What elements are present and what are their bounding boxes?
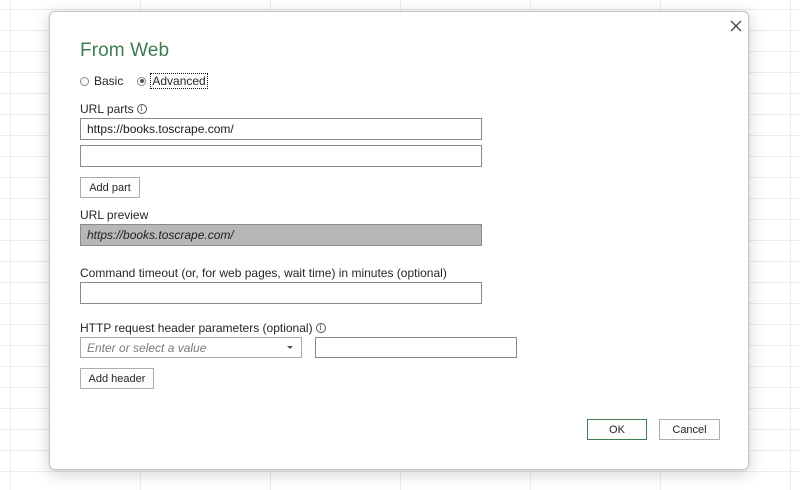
basic-radio-circle[interactable] (80, 76, 89, 86)
url-part-input-2[interactable] (80, 145, 482, 167)
chevron-down-icon[interactable] (287, 346, 293, 349)
header-value-input[interactable] (315, 337, 517, 358)
url-preview-label: URL preview (80, 208, 149, 222)
from-web-dialog: From Web Basic Advanced URL parts i http… (49, 11, 749, 470)
advanced-radio-circle[interactable] (137, 76, 147, 86)
http-headers-label: HTTP request header parameters (optional… (80, 321, 313, 335)
url-parts-label: URL parts (80, 102, 134, 116)
close-icon (730, 20, 742, 32)
info-icon[interactable]: i (315, 323, 326, 333)
header-name-placeholder: Enter or select a value (87, 340, 207, 355)
timeout-label: Command timeout (or, for web pages, wait… (80, 266, 447, 280)
mode-radio-group: Basic Advanced (80, 73, 221, 89)
header-name-combobox[interactable]: Enter or select a value (80, 337, 302, 358)
url-preview-field: https://books.toscrape.com/ (80, 224, 482, 246)
dialog-title: From Web (80, 40, 170, 61)
ok-button[interactable]: OK (587, 419, 647, 440)
close-button[interactable] (726, 16, 746, 36)
advanced-radio-label[interactable]: Advanced (150, 73, 208, 89)
cancel-button[interactable]: Cancel (659, 419, 720, 440)
advanced-radio[interactable]: Advanced (137, 73, 208, 89)
url-parts-label-row: URL parts i (80, 102, 147, 116)
add-part-button[interactable]: Add part (80, 177, 140, 198)
url-part-input-1[interactable]: https://books.toscrape.com/ (80, 118, 482, 140)
timeout-input[interactable] (80, 282, 482, 304)
http-headers-label-row: HTTP request header parameters (optional… (80, 321, 326, 335)
basic-radio-label[interactable]: Basic (94, 74, 123, 88)
add-header-button[interactable]: Add header (80, 368, 154, 389)
basic-radio[interactable]: Basic (80, 74, 123, 88)
info-icon[interactable]: i (136, 104, 147, 114)
